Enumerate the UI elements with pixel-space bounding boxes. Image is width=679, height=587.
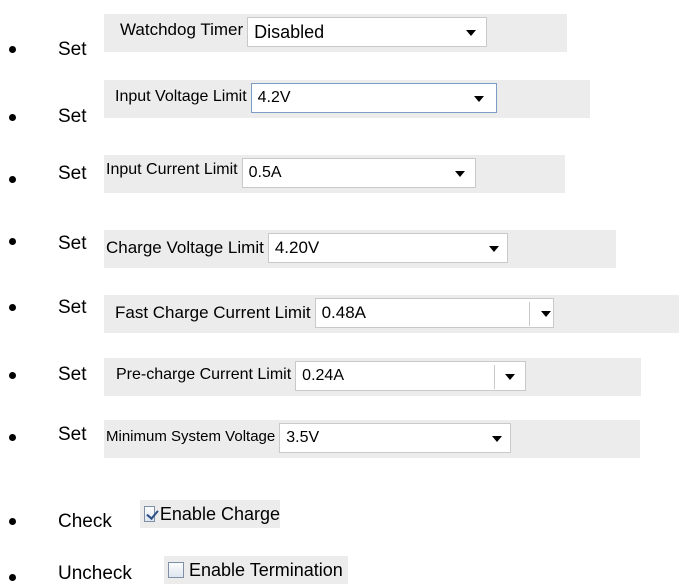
charge-voltage-limit-select[interactable]: 4.20V bbox=[267, 233, 508, 263]
minimum-system-voltage-value: 3.5V bbox=[286, 429, 320, 446]
bullet-icon bbox=[9, 518, 16, 525]
charge-voltage-limit-label: Charge Voltage Limit bbox=[106, 238, 264, 257]
bullet-icon bbox=[9, 434, 16, 441]
enable-termination-control: Enable Termination bbox=[164, 556, 348, 584]
checkmark-icon bbox=[146, 507, 159, 520]
enable-charge-control: Enable Charge bbox=[140, 500, 280, 528]
step-verb: Set bbox=[58, 163, 87, 184]
chevron-down-icon[interactable] bbox=[488, 246, 499, 252]
chevron-down-icon[interactable] bbox=[540, 311, 551, 317]
input-current-limit-label: Input Current Limit bbox=[106, 161, 238, 178]
chevron-down-icon[interactable] bbox=[492, 436, 503, 442]
charge-voltage-limit-control: Charge Voltage Limit 4.20V bbox=[104, 230, 616, 268]
pre-charge-current-limit-select[interactable]: 0.24A bbox=[295, 361, 527, 391]
input-voltage-limit-select[interactable]: 4.2V bbox=[250, 83, 497, 113]
enable-charge-label[interactable]: Enable Charge bbox=[160, 504, 280, 524]
checkbox-checked-icon[interactable] bbox=[144, 506, 159, 522]
step-verb: Uncheck bbox=[58, 563, 132, 584]
minimum-system-voltage-select[interactable]: 3.5V bbox=[279, 423, 512, 453]
fast-charge-current-limit-select[interactable]: 0.48A bbox=[314, 298, 554, 328]
fast-charge-current-limit-control: Fast Charge Current Limit 0.48A bbox=[104, 295, 679, 333]
enable-termination-label[interactable]: Enable Termination bbox=[189, 560, 343, 580]
input-current-limit-value: 0.5A bbox=[248, 164, 282, 181]
bullet-icon bbox=[9, 114, 16, 121]
fast-charge-current-limit-value: 0.48A bbox=[321, 303, 367, 322]
bullet-icon bbox=[9, 372, 16, 379]
fast-charge-current-limit-label: Fast Charge Current Limit bbox=[115, 303, 311, 322]
chevron-down-icon[interactable] bbox=[473, 96, 484, 102]
step-verb: Set bbox=[58, 297, 87, 318]
chevron-down-icon[interactable] bbox=[505, 374, 516, 380]
bullet-icon bbox=[9, 304, 16, 311]
step-verb: Set bbox=[58, 424, 87, 445]
charge-voltage-limit-value: 4.20V bbox=[274, 238, 320, 257]
input-voltage-limit-value: 4.2V bbox=[257, 89, 291, 106]
pre-charge-current-limit-control: Pre-charge Current Limit 0.24A bbox=[104, 358, 641, 396]
step-verb: Set bbox=[58, 233, 87, 254]
minimum-system-voltage-control: Minimum System Voltage 3.5V bbox=[104, 420, 640, 458]
input-current-limit-control: Input Current Limit 0.5A bbox=[104, 155, 565, 193]
bullet-icon bbox=[9, 176, 16, 183]
input-voltage-limit-control: Input Voltage Limit 4.2V bbox=[104, 80, 590, 118]
step-verb: Set bbox=[58, 106, 87, 127]
bullet-icon bbox=[9, 574, 16, 581]
dropdown-separator bbox=[494, 365, 496, 389]
checkbox-unchecked-icon[interactable] bbox=[168, 562, 184, 578]
input-voltage-limit-label: Input Voltage Limit bbox=[115, 88, 247, 105]
step-enable-termination: Uncheck Enable Termination bbox=[0, 0, 679, 584]
input-current-limit-select[interactable]: 0.5A bbox=[241, 158, 476, 188]
dropdown-separator bbox=[528, 302, 530, 326]
step-verb: Set bbox=[58, 364, 87, 385]
step-verb: Check bbox=[58, 511, 112, 532]
chevron-down-icon[interactable] bbox=[454, 171, 465, 177]
pre-charge-current-limit-value: 0.24A bbox=[302, 367, 344, 384]
minimum-system-voltage-label: Minimum System Voltage bbox=[106, 428, 276, 445]
pre-charge-current-limit-label: Pre-charge Current Limit bbox=[116, 366, 292, 383]
bullet-icon bbox=[9, 238, 16, 245]
